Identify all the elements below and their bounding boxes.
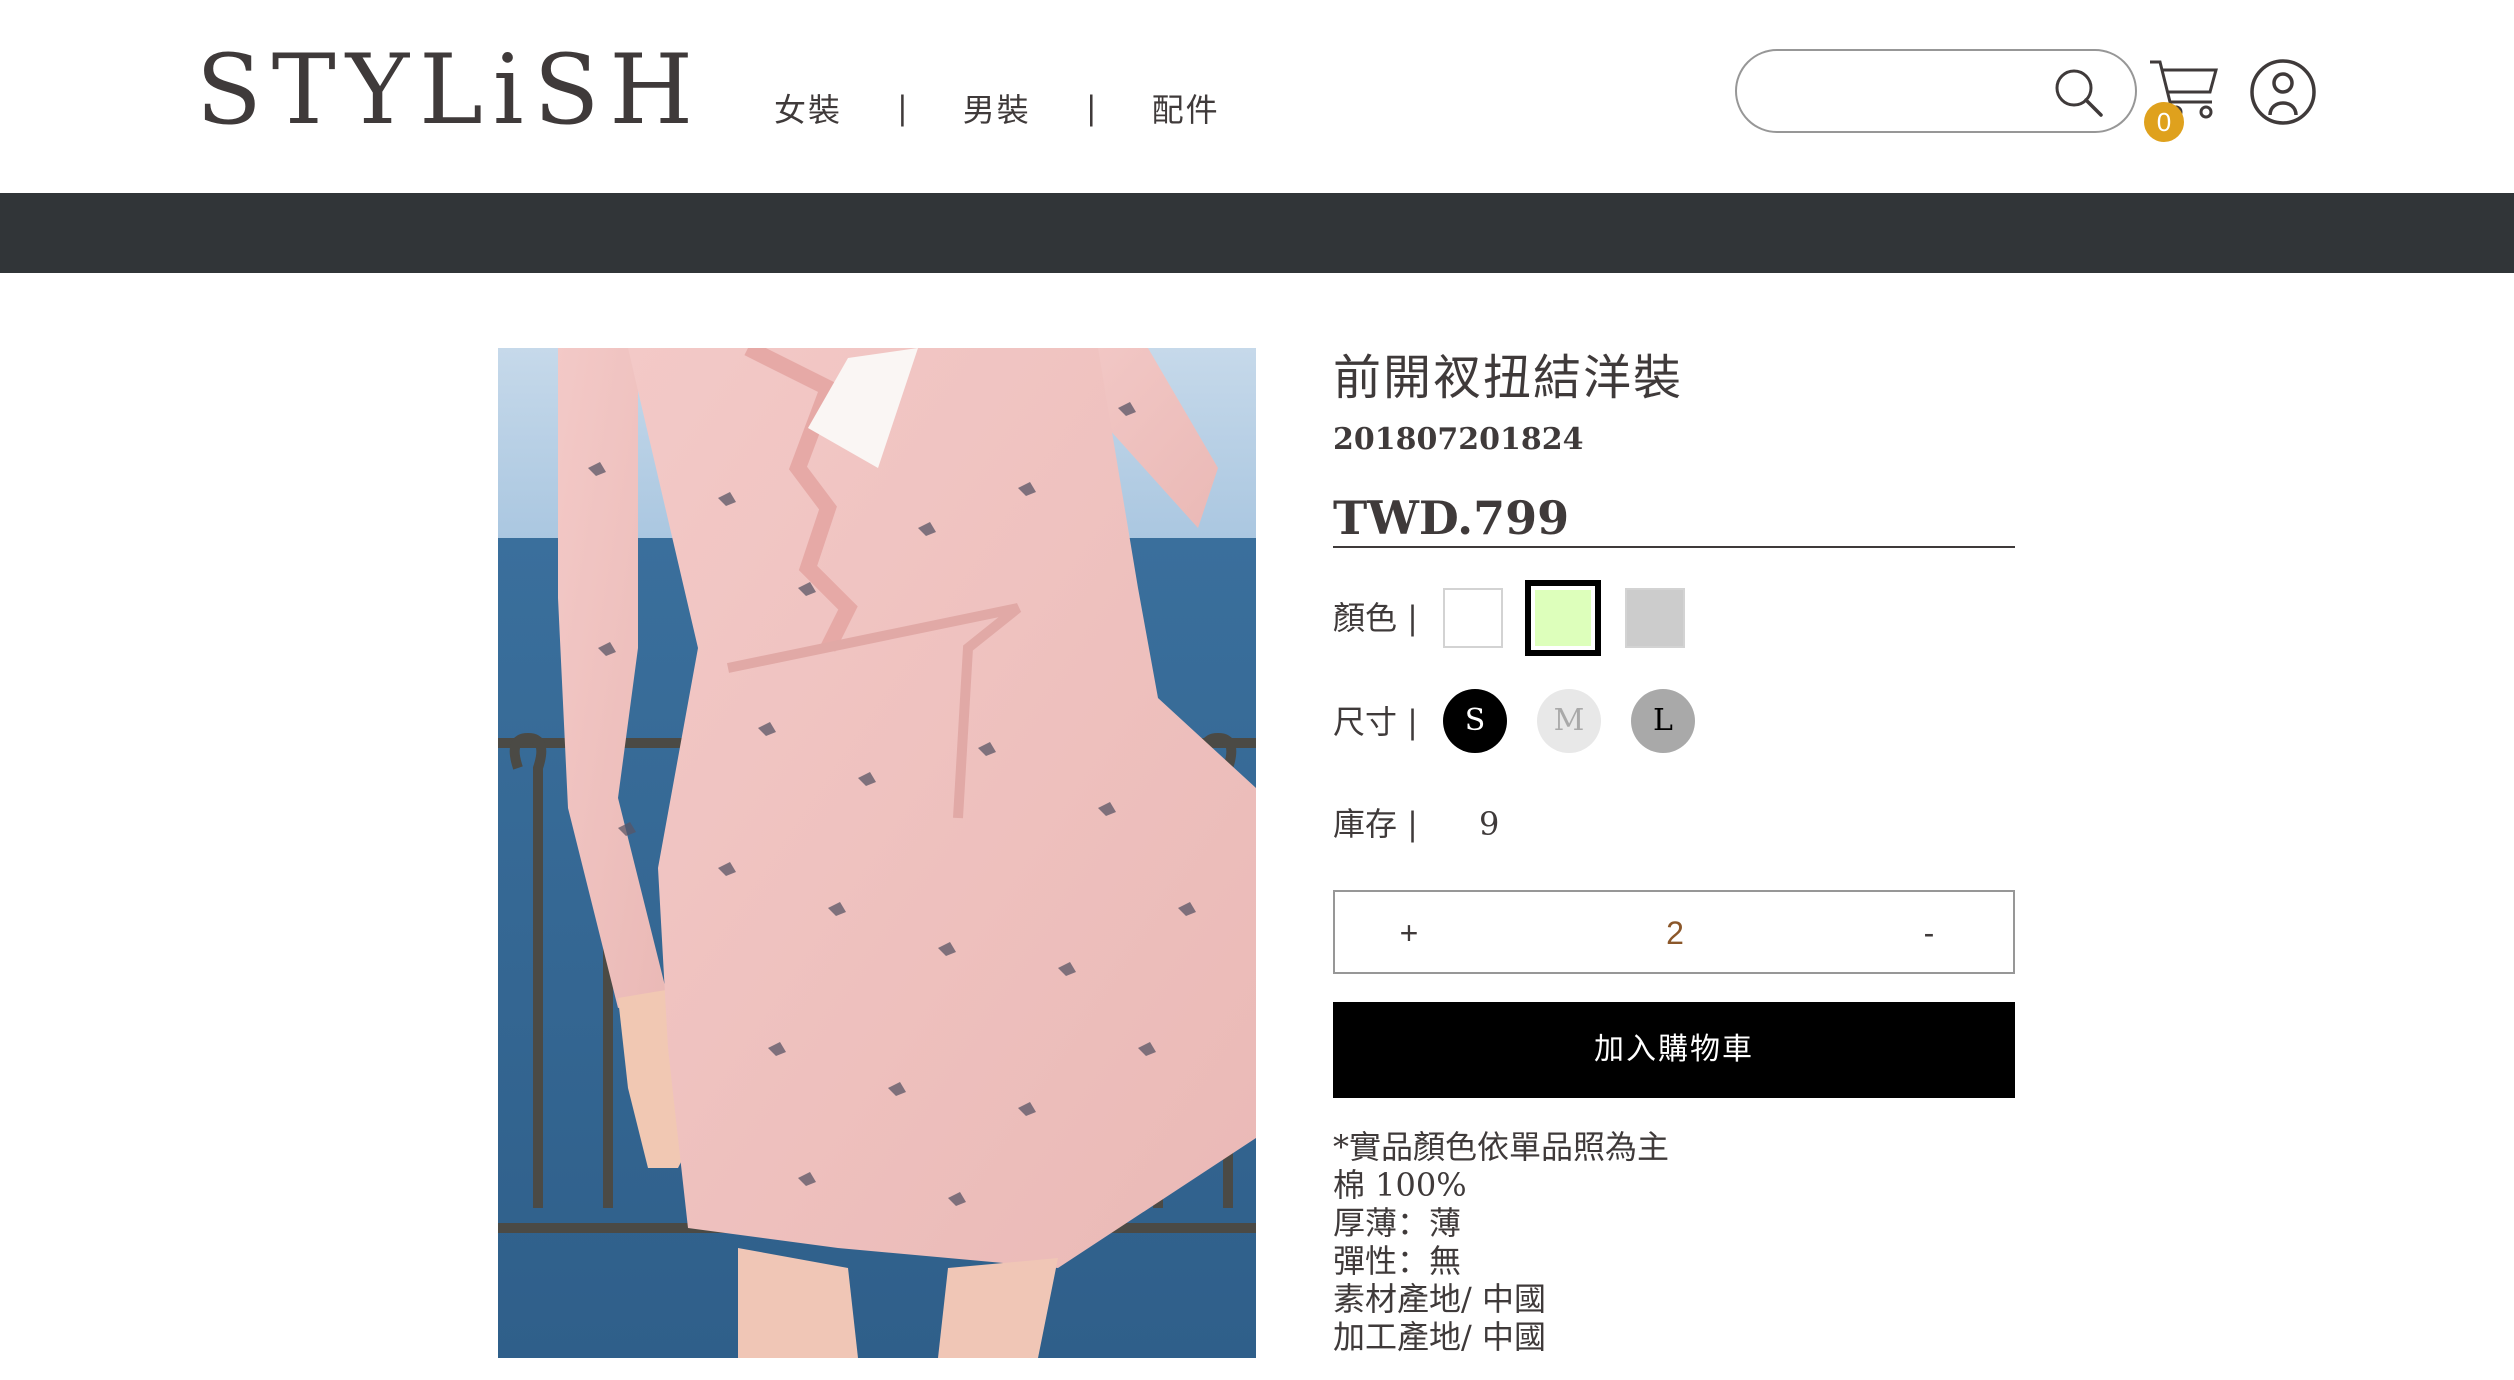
- header-dark-bar: [0, 193, 2514, 273]
- product-notes: *實品顏色依單品照為主 棉 100% 厚薄：薄 彈性：無 素材產地/ 中國 加工…: [1333, 1128, 1669, 1356]
- product-id: 201807201824: [1333, 422, 1584, 457]
- color-swatch-gray[interactable]: [1625, 588, 1685, 648]
- search-icon[interactable]: [2049, 63, 2109, 123]
- quantity-decrease-button[interactable]: -: [1899, 908, 1959, 958]
- search-box: [1735, 49, 2137, 133]
- product-title: 前開衩扭結洋裝: [1333, 350, 1684, 406]
- product-main-image: [498, 348, 1256, 1358]
- color-swatch-white[interactable]: [1443, 588, 1503, 648]
- nav-item-accessories[interactable]: 配件: [1152, 85, 1220, 131]
- member-icon[interactable]: [2248, 57, 2318, 127]
- product-price: TWD.799: [1333, 491, 1570, 545]
- search-input[interactable]: [1767, 65, 2041, 121]
- site-header: STYLiSH 女裝 | 男裝 | 配件 0: [0, 0, 2514, 193]
- size-label: 尺寸 |: [1333, 703, 1418, 741]
- quantity-selector: + 2 -: [1333, 890, 2015, 974]
- stock-label: 庫存 |: [1333, 805, 1418, 843]
- note-line: 棉 100%: [1333, 1166, 1467, 1204]
- site-logo[interactable]: STYLiSH: [196, 30, 703, 150]
- color-label: 顏色 |: [1333, 599, 1418, 637]
- size-option-s[interactable]: S: [1443, 689, 1507, 753]
- nav-separator: |: [897, 89, 908, 127]
- note-line: 素材產地/ 中國: [1333, 1280, 1546, 1318]
- add-to-cart-button[interactable]: 加入購物車: [1333, 1002, 2015, 1098]
- quantity-value: 2: [1666, 915, 1684, 951]
- color-swatch-light-green[interactable]: [1525, 580, 1601, 656]
- size-option-l[interactable]: L: [1631, 689, 1695, 753]
- note-line: 彈性：無: [1333, 1242, 1462, 1280]
- nav-item-women[interactable]: 女裝: [774, 85, 842, 131]
- nav-separator: |: [1085, 89, 1097, 127]
- quantity-increase-button[interactable]: +: [1379, 908, 1439, 958]
- nav-item-men[interactable]: 男裝: [963, 85, 1031, 131]
- main-nav: 女裝 | 男裝 | 配件: [774, 86, 1220, 130]
- note-line: 加工產地/ 中國: [1333, 1318, 1546, 1356]
- note-line: 厚薄：薄: [1333, 1204, 1462, 1242]
- cart-button[interactable]: 0: [2140, 50, 2224, 142]
- size-option-m[interactable]: M: [1537, 689, 1601, 753]
- cart-count-badge: 0: [2144, 102, 2184, 142]
- note-line: *實品顏色依單品照為主: [1333, 1128, 1670, 1166]
- stock-value: 9: [1479, 805, 1500, 843]
- price-divider: [1333, 546, 2015, 548]
